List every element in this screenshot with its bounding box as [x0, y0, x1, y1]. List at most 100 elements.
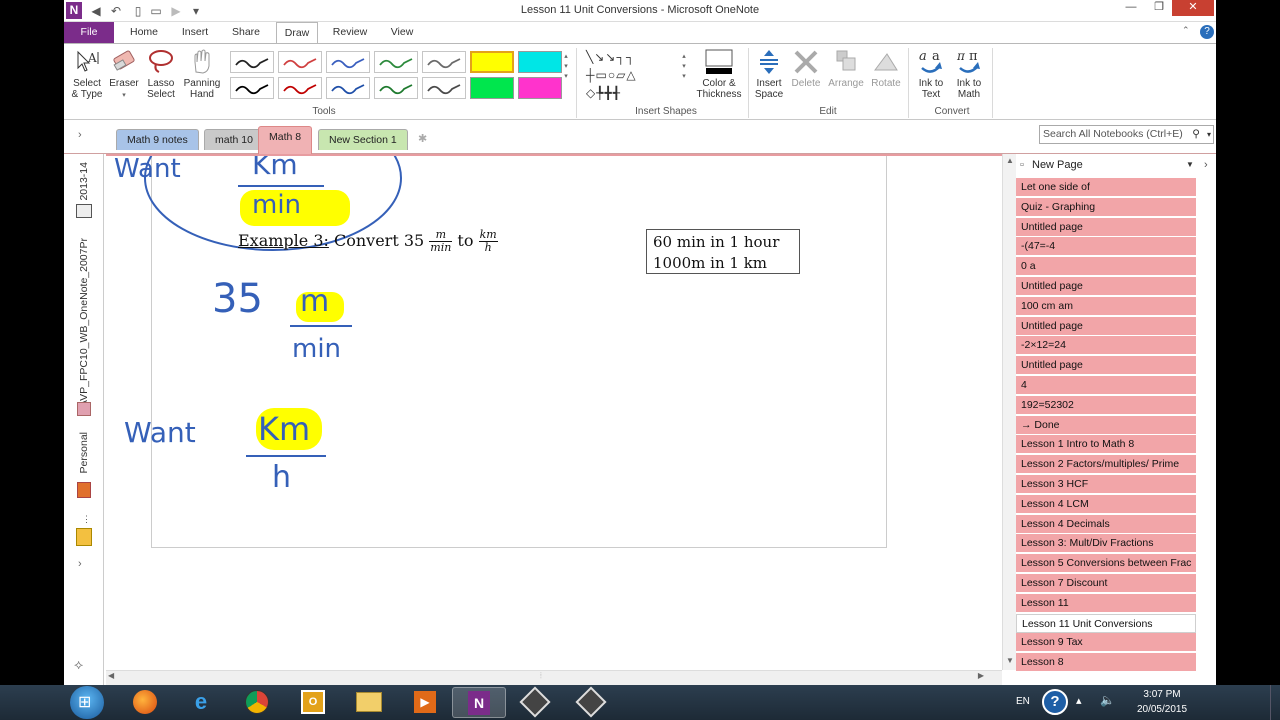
page-list-item[interactable]: 192=52302 [1016, 395, 1196, 415]
eraser-dropdown-icon[interactable]: ▾ [122, 92, 126, 99]
pen-row1-3[interactable] [326, 51, 370, 73]
page-list-item[interactable]: Untitled page [1016, 217, 1196, 237]
start-button[interactable]: ⊞ [70, 686, 104, 719]
double-arrow-shape-icon[interactable]: ↘ [605, 50, 616, 64]
collapse-ribbon-icon[interactable]: ⌃ [1182, 25, 1190, 36]
help-icon[interactable]: ? [1200, 25, 1214, 39]
expand-notebooks-icon[interactable]: › [78, 558, 82, 570]
axes3-shape-icon[interactable]: ╋ [604, 86, 612, 100]
arrow-shape-icon[interactable]: ↘ [594, 50, 605, 64]
page-list-item[interactable]: Untitled page [1016, 277, 1196, 296]
taskbar-app-1[interactable] [508, 686, 562, 718]
section-tab-math-9-notes[interactable]: Math 9 notes [116, 129, 199, 150]
collapse-page-tabs-icon[interactable]: › [1204, 154, 1208, 176]
taskbar-internet-explorer[interactable]: e [174, 687, 228, 718]
page-list-item[interactable]: Lesson 9 Tax [1016, 633, 1196, 653]
taskbar-onenote[interactable]: N [452, 687, 506, 718]
scroll-thumb-grip[interactable]: ⦙ [540, 671, 542, 681]
minimize-button[interactable]: — [1118, 0, 1144, 16]
help-tray-icon[interactable]: ? [1042, 689, 1068, 715]
taskbar-explorer[interactable] [342, 687, 396, 718]
tab-review[interactable]: Review [326, 22, 374, 43]
page-list-item[interactable]: Lesson 3 HCF [1016, 475, 1196, 494]
line-shape-icon[interactable]: ╲ [586, 50, 594, 64]
page-list-item[interactable]: Lesson 2 Factors/multiples/ Prime [1016, 455, 1196, 475]
volume-icon[interactable]: 🔈 [1100, 693, 1115, 707]
page-list-item[interactable]: 0 a [1016, 257, 1196, 277]
new-section-icon[interactable]: ✱ [418, 132, 427, 145]
axis-shape-icon[interactable]: ┐ [616, 50, 626, 64]
scroll-left-icon[interactable]: ◀ [108, 671, 114, 680]
tab-insert[interactable]: Insert [172, 22, 218, 43]
expand-navigation-icon[interactable]: › [78, 129, 82, 141]
shapes-scroll[interactable]: ▴ ▾ ▾ [678, 52, 690, 82]
notebook-personal[interactable]: Personal [78, 432, 90, 473]
diamond-shape-icon[interactable]: ◇ [586, 86, 596, 100]
eraser-button[interactable]: Eraser ▾ [108, 48, 140, 101]
page-list-item[interactable]: Untitled page [1016, 316, 1196, 336]
ink-to-math-button[interactable]: π π Ink to Math [950, 48, 988, 100]
page-list-item[interactable]: Lesson 5 Conversions between Frac [1016, 554, 1196, 574]
language-indicator[interactable]: EN [1016, 696, 1030, 707]
notebook-list-icon[interactable]: ⟡ [74, 656, 83, 673]
color-thickness-button[interactable]: Color & Thickness [692, 48, 746, 100]
pen-row1-2[interactable] [278, 51, 322, 73]
tray-arrow-icon[interactable]: ▴ [1076, 694, 1082, 707]
search-notebooks-input[interactable]: Search All Notebooks (Ctrl+E) ⚲ ▾ [1039, 125, 1214, 144]
taskbar-chrome[interactable] [230, 687, 284, 718]
gallery-scroll[interactable]: ▴ ▾ ▾ [560, 52, 572, 82]
clock-date[interactable]: 20/05/2015 [1130, 704, 1194, 715]
pen-row2-4[interactable] [374, 77, 418, 99]
notebook-personal-icon[interactable] [77, 482, 91, 498]
panning-hand-button[interactable]: Panning Hand [180, 48, 224, 100]
rotate-button[interactable]: Rotate [868, 48, 904, 89]
scroll-up-icon[interactable]: ▲ [1006, 156, 1014, 165]
section-tab-math-10[interactable]: math 10 [204, 129, 264, 150]
taskbar-outlook[interactable]: O [286, 687, 340, 718]
highlighter-cyan[interactable] [518, 51, 562, 73]
page-list-item[interactable]: Quiz - Graphing [1016, 197, 1196, 217]
close-button[interactable]: ✕ [1172, 0, 1214, 16]
pen-row1-5[interactable] [422, 51, 466, 73]
page-list-item[interactable]: Lesson 4 Decimals [1016, 514, 1196, 534]
search-icon[interactable]: ⚲ [1192, 126, 1200, 143]
page-list-item[interactable]: Lesson 4 LCM [1016, 494, 1196, 514]
pen-row2-3[interactable] [326, 77, 370, 99]
insert-space-button[interactable]: Insert Space [752, 48, 786, 100]
rectangle-shape-icon[interactable]: ▭ [596, 68, 608, 82]
pen-row1-4[interactable] [374, 51, 418, 73]
axes-shape-icon[interactable]: ┼ [586, 68, 596, 82]
highlighter-magenta[interactable] [518, 77, 562, 99]
page-list-item[interactable]: -2×12=24 [1016, 336, 1196, 356]
taskbar-media-player[interactable]: ▶ [398, 687, 452, 718]
scroll-down-icon[interactable]: ▼ [1006, 656, 1014, 665]
page-list-item[interactable]: Let one side of [1016, 178, 1196, 197]
notebook-avp[interactable]: AVP_FPC10_WB_OneNote_2007Pr [78, 238, 90, 407]
highlighter-green[interactable] [470, 77, 514, 99]
circle-shape-icon[interactable]: ○ [608, 68, 616, 82]
new-page-button[interactable]: ▫ New Page ▼ › [1016, 154, 1216, 176]
unfiled-notes-icon[interactable] [76, 528, 92, 546]
highlighter-yellow[interactable] [470, 51, 514, 73]
page-list-item[interactable]: Lesson 11 [1016, 593, 1196, 613]
tab-home[interactable]: Home [122, 22, 166, 43]
taskbar-firefox[interactable] [118, 687, 172, 718]
ink-to-text-button[interactable]: a a Ink to Text [912, 48, 950, 100]
page-list-item[interactable]: -(47=-4 [1016, 237, 1196, 257]
page-list-item[interactable]: 4 [1016, 376, 1196, 395]
scroll-right-icon[interactable]: ▶ [978, 671, 984, 680]
search-dropdown-icon[interactable]: ▾ [1207, 126, 1211, 143]
page-list-item[interactable]: Lesson 11 Unit Conversions [1016, 613, 1196, 633]
page-list-item[interactable]: Lesson 3: Mult/Div Fractions [1016, 534, 1196, 554]
notebook-year-icon[interactable] [76, 204, 92, 218]
example-3-text[interactable]: Example 3: Convert 35 m min to km h [238, 229, 498, 254]
page-list-item[interactable]: → Done [1016, 415, 1196, 435]
page-list-item[interactable]: 100 cm am [1016, 296, 1196, 316]
page-list-item[interactable]: Untitled page [1016, 356, 1196, 376]
notebook-year[interactable]: 2013-14 [78, 162, 90, 201]
lasso-select-button[interactable]: Lasso Select [144, 48, 178, 100]
notebook-avp-icon[interactable] [77, 402, 91, 416]
parallelogram-shape-icon[interactable]: ▱ [616, 68, 626, 82]
page-list-item[interactable]: Lesson 1 Intro to Math 8 [1016, 435, 1196, 455]
select-type-button[interactable]: A Select & Type [68, 48, 106, 100]
